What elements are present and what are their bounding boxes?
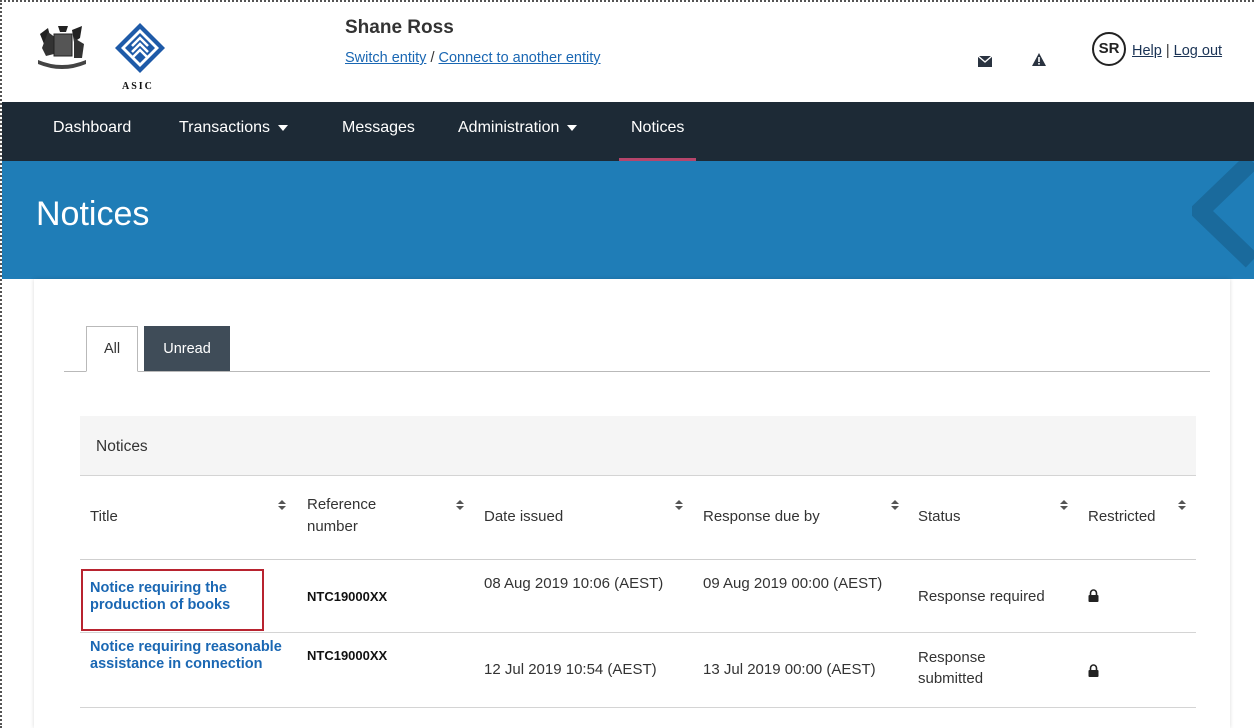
logout-link[interactable]: Log out [1174,43,1222,59]
nav-administration[interactable]: Administration [458,102,578,161]
col-title[interactable]: Title [90,506,118,528]
user-name: Shane Ross [345,17,454,38]
sort-icon[interactable] [456,500,464,512]
nav-dashboard[interactable]: Dashboard [53,102,131,161]
nav-messages-label: Messages [342,119,415,136]
site-header: ASIC Shane Ross Switch entity / Connect … [2,2,1254,102]
lock-icon [1088,589,1099,602]
switch-entity-link[interactable]: Switch entity [345,50,426,66]
reference-number: NTC19000XX [307,648,388,663]
lock-icon [1088,664,1099,677]
table-row: Notice requiring reasonable assistance i… [80,633,1196,708]
response-due: 13 Jul 2019 00:00 (AEST) [703,661,876,678]
tab-all[interactable]: All [86,326,138,372]
help-logout-links: Help | Log out [1132,43,1222,59]
notice-title-link[interactable]: Notice requiring reasonable assistance i… [90,639,295,673]
nav-administration-label: Administration [458,119,560,136]
reference-number: NTC19000XX [307,589,388,604]
help-link[interactable]: Help [1132,43,1162,59]
caret-down-icon [278,124,288,131]
caret-down-icon [567,124,578,131]
panel-heading-label: Notices [96,438,148,455]
main-nav: Dashboard Transactions Messages Administ… [2,102,1254,161]
status-text: Response submitted [918,649,986,687]
tabs-divider [64,371,1210,372]
sort-icon[interactable] [891,500,899,512]
date-issued: 08 Aug 2019 10:06 (AEST) [484,575,664,592]
panel-heading: Notices [80,416,1196,476]
sort-icon[interactable] [278,500,286,512]
table-header: Title Reference number Date issued Respo… [80,476,1196,560]
nav-transactions-label: Transactions [179,119,270,136]
content-card: All Unread Notices Title Reference numbe… [34,279,1230,728]
col-status[interactable]: Status [918,506,961,528]
user-avatar[interactable]: SR [1092,32,1126,66]
sort-icon[interactable] [675,500,683,512]
nav-transactions[interactable]: Transactions [179,102,288,161]
logo-text: ASIC [122,81,154,92]
nav-dashboard-label: Dashboard [53,119,132,136]
tab-unread[interactable]: Unread [144,326,230,371]
col-reference[interactable]: Reference number [307,494,417,538]
response-due: 09 Aug 2019 00:00 (AEST) [703,575,883,592]
connect-entity-link[interactable]: Connect to another entity [439,50,601,66]
nav-notices[interactable]: Notices [618,102,697,161]
nav-notices-label: Notices [631,119,685,136]
entity-links: Switch entity / Connect to another entit… [345,50,601,66]
page-title: Notices [36,195,150,233]
help-separator: | [1165,43,1170,59]
page-banner: Notices [2,161,1254,279]
col-response-due[interactable]: Response due by [703,506,820,528]
date-issued: 12 Jul 2019 10:54 (AEST) [484,661,657,678]
warning-icon[interactable] [1032,53,1046,66]
col-restricted[interactable]: Restricted [1088,506,1156,528]
asic-diamond-logo[interactable] [114,22,166,74]
highlight-box [81,569,264,631]
decorative-chevron [1192,161,1254,268]
coat-of-arms-logo[interactable] [34,24,90,74]
sort-icon[interactable] [1060,500,1068,512]
envelope-icon[interactable] [978,56,992,67]
nav-messages[interactable]: Messages [342,102,415,161]
entity-separator: / [430,50,435,66]
status-text: Response required [918,588,1045,605]
sort-icon[interactable] [1178,500,1186,512]
col-date-issued[interactable]: Date issued [484,506,563,528]
